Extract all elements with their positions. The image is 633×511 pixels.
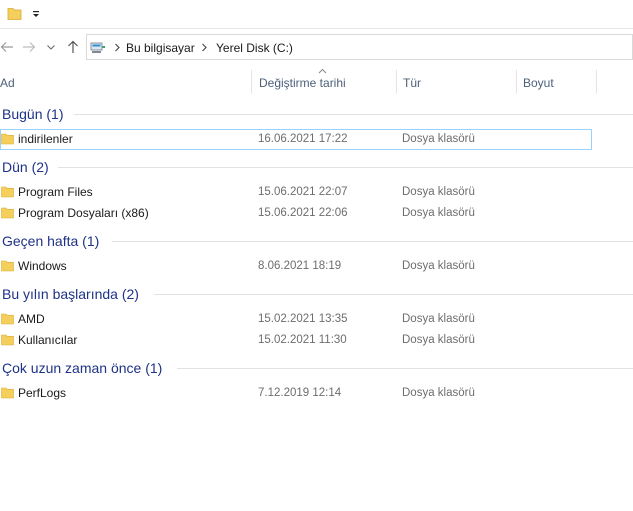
group-divider bbox=[177, 368, 633, 369]
list-item[interactable]: Program Dosyaları (x86) 15.06.2021 22:06… bbox=[0, 203, 633, 224]
list-item[interactable]: Program Files 15.06.2021 22:07 Dosya kla… bbox=[0, 182, 633, 203]
up-button[interactable] bbox=[64, 38, 82, 56]
folder-icon bbox=[1, 260, 14, 272]
column-divider[interactable] bbox=[516, 70, 517, 94]
title-bar bbox=[0, 0, 633, 29]
folder-icon bbox=[1, 313, 14, 325]
folder-icon bbox=[1, 334, 14, 346]
group-header-yesterday[interactable]: Dün (2) bbox=[0, 156, 633, 178]
forward-button[interactable] bbox=[20, 38, 38, 56]
item-date: 7.12.2019 12:14 bbox=[258, 387, 342, 399]
chevron-right-icon[interactable] bbox=[200, 43, 208, 52]
item-type: Dosya klasörü bbox=[402, 133, 475, 145]
group-divider bbox=[74, 114, 633, 115]
group-title: Bugün (1) bbox=[2, 106, 64, 122]
item-type: Dosya klasörü bbox=[402, 334, 475, 346]
group-header-earlier-this-year[interactable]: Bu yılın başlarında (2) bbox=[0, 283, 633, 305]
folder-icon bbox=[1, 133, 14, 145]
group-header-last-week[interactable]: Geçen hafta (1) bbox=[0, 230, 633, 252]
list-item[interactable]: indirilenler 16.06.2021 17:22 Dosya klas… bbox=[0, 129, 633, 150]
navigation-bar: Bu bilgisayar Yerel Disk (C:) bbox=[0, 29, 633, 65]
folder-icon bbox=[1, 387, 14, 399]
item-date: 16.06.2021 17:22 bbox=[258, 133, 348, 145]
column-divider[interactable] bbox=[396, 70, 397, 94]
list-item[interactable]: Windows 8.06.2021 18:19 Dosya klasörü bbox=[0, 256, 633, 277]
arrow-left-icon bbox=[0, 42, 13, 52]
item-name: Windows bbox=[18, 259, 67, 273]
group-divider bbox=[58, 167, 633, 168]
item-name: PerfLogs bbox=[18, 386, 67, 400]
folder-icon bbox=[1, 186, 14, 198]
list-item[interactable]: PerfLogs 7.12.2019 12:14 Dosya klasörü bbox=[0, 383, 633, 404]
folder-icon bbox=[1, 207, 14, 219]
item-date: 15.02.2021 13:35 bbox=[258, 313, 348, 325]
arrow-right-icon bbox=[23, 42, 36, 52]
breadcrumb-this-pc[interactable]: Bu bilgisayar bbox=[126, 41, 195, 55]
item-date: 15.02.2021 11:30 bbox=[258, 334, 347, 346]
chevron-down-icon[interactable] bbox=[31, 10, 41, 18]
column-divider[interactable] bbox=[596, 70, 597, 94]
item-date: 15.06.2021 22:07 bbox=[258, 186, 348, 198]
chevron-down-icon[interactable] bbox=[46, 42, 56, 52]
group-title: Bu yılın başlarında (2) bbox=[2, 286, 139, 302]
back-button[interactable] bbox=[0, 38, 16, 56]
arrow-up-icon bbox=[68, 40, 78, 53]
item-name: AMD bbox=[18, 312, 45, 326]
group-title: Geçen hafta (1) bbox=[2, 233, 100, 249]
item-date: 15.06.2021 22:06 bbox=[258, 207, 348, 219]
address-bar[interactable]: Bu bilgisayar Yerel Disk (C:) bbox=[86, 34, 633, 60]
item-type: Dosya klasörü bbox=[402, 387, 475, 399]
column-size[interactable]: Boyut bbox=[523, 70, 554, 94]
column-name[interactable]: Ad bbox=[0, 70, 15, 94]
item-name: Kullanıcılar bbox=[18, 333, 78, 347]
this-pc-icon bbox=[90, 42, 105, 53]
group-title: Çok uzun zaman önce (1) bbox=[2, 360, 163, 376]
group-header-today[interactable]: Bugün (1) bbox=[0, 103, 633, 125]
item-date: 8.06.2021 18:19 bbox=[258, 260, 342, 272]
item-name: Program Files bbox=[18, 185, 93, 199]
group-divider bbox=[154, 294, 633, 295]
item-name: indirilenler bbox=[18, 132, 73, 146]
group-title: Dün (2) bbox=[2, 159, 49, 175]
list-item[interactable]: AMD 15.02.2021 13:35 Dosya klasörü bbox=[0, 309, 633, 330]
list-item[interactable]: Kullanıcılar 15.02.2021 11:30 Dosya klas… bbox=[0, 330, 633, 351]
group-divider bbox=[112, 241, 633, 242]
column-divider[interactable] bbox=[251, 70, 252, 94]
item-type: Dosya klasörü bbox=[402, 260, 475, 272]
item-type: Dosya klasörü bbox=[402, 186, 475, 198]
folder-icon[interactable] bbox=[7, 6, 22, 21]
item-name: Program Dosyaları (x86) bbox=[18, 206, 149, 220]
item-type: Dosya klasörü bbox=[402, 207, 475, 219]
column-header: Ad Değiştirme tarihi Tür Boyut bbox=[0, 65, 633, 99]
item-type: Dosya klasörü bbox=[402, 313, 475, 325]
column-type[interactable]: Tür bbox=[403, 70, 421, 94]
group-header-long-ago[interactable]: Çok uzun zaman önce (1) bbox=[0, 357, 633, 379]
column-date[interactable]: Değiştirme tarihi bbox=[259, 70, 346, 94]
chevron-right-icon[interactable] bbox=[113, 43, 121, 52]
breadcrumb-local-disk[interactable]: Yerel Disk (C:) bbox=[216, 41, 293, 55]
